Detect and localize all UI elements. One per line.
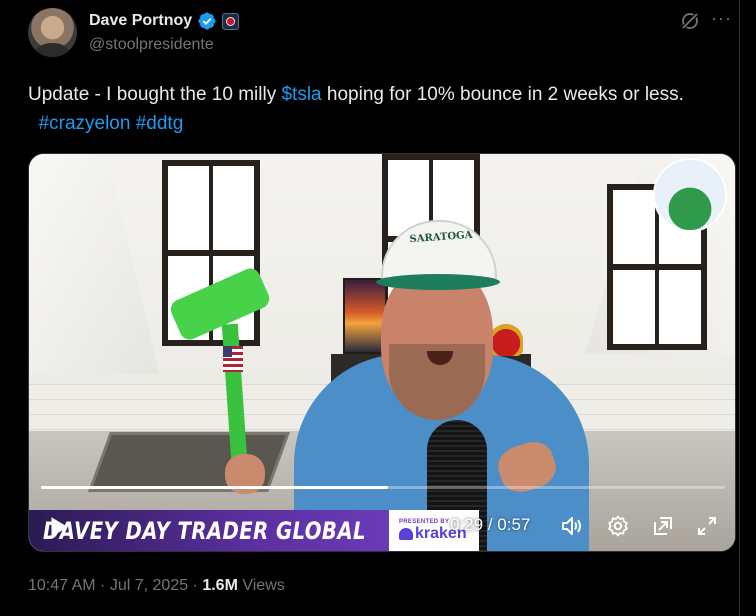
author-handle[interactable]: @stoolpresidente (89, 36, 214, 54)
tweet-time[interactable]: 10:47 AM (28, 577, 96, 594)
tweet-text-part: Update - I bought the 10 milly (28, 84, 282, 105)
verified-badge-icon[interactable] (197, 11, 217, 31)
more-options-icon[interactable]: ··· (711, 8, 732, 29)
hashtag-link[interactable]: #ddtg (136, 113, 184, 134)
author-display-name[interactable]: Dave Portnoy (89, 12, 192, 30)
meta-separator: · (188, 577, 203, 594)
play-icon[interactable] (45, 514, 71, 540)
flag-sticker (223, 346, 243, 372)
video-progress-fill (41, 486, 389, 489)
tweet-text-spacer (28, 113, 39, 134)
tweet-date[interactable]: Jul 7, 2025 (110, 577, 188, 594)
tweet-container: Dave Portnoy @stoolpresidente ··· Update… (0, 0, 740, 616)
kraken-icon (399, 527, 413, 540)
banner-title: DAVEY DAY TRADER GLOBAL (43, 516, 366, 545)
volume-icon[interactable] (560, 514, 584, 538)
show-banner: DAVEY DAY TRADER GLOBAL PRESENTED BY kra… (29, 510, 479, 551)
author-name-row: Dave Portnoy (89, 11, 240, 31)
cashtag-link[interactable]: $tsla (281, 84, 321, 105)
current-time: 0:29 (450, 515, 484, 534)
time-separator: / (483, 515, 498, 534)
crown-decoration (489, 324, 523, 356)
duration: 0:57 (497, 515, 531, 534)
picture-in-picture-icon[interactable] (651, 514, 675, 538)
affiliate-badge-icon[interactable] (222, 12, 240, 30)
corner-logo-sticker (653, 158, 727, 232)
settings-icon[interactable] (606, 514, 630, 538)
grok-icon[interactable] (680, 11, 700, 31)
fullscreen-icon[interactable] (695, 514, 719, 538)
views-label: Views (237, 577, 285, 594)
video-player[interactable]: SARATOGA DAVEY DAY TRADER GLOBAL PRESENT… (28, 153, 736, 552)
video-progress-bar[interactable] (41, 486, 725, 489)
meta-separator: · (95, 577, 110, 594)
author-avatar[interactable] (28, 8, 77, 57)
tweet-text-part: hoping for 10% bounce in 2 weeks or less… (321, 84, 684, 105)
video-time: 0:29 / 0:57 (450, 515, 530, 535)
tweet-text: Update - I bought the 10 milly $tsla hop… (28, 80, 733, 138)
hashtag-link[interactable]: #crazyelon (39, 113, 131, 134)
views-count[interactable]: 1.6M (202, 577, 238, 594)
tweet-meta: 10:47 AM · Jul 7, 2025 · 1.6M Views (28, 577, 285, 595)
